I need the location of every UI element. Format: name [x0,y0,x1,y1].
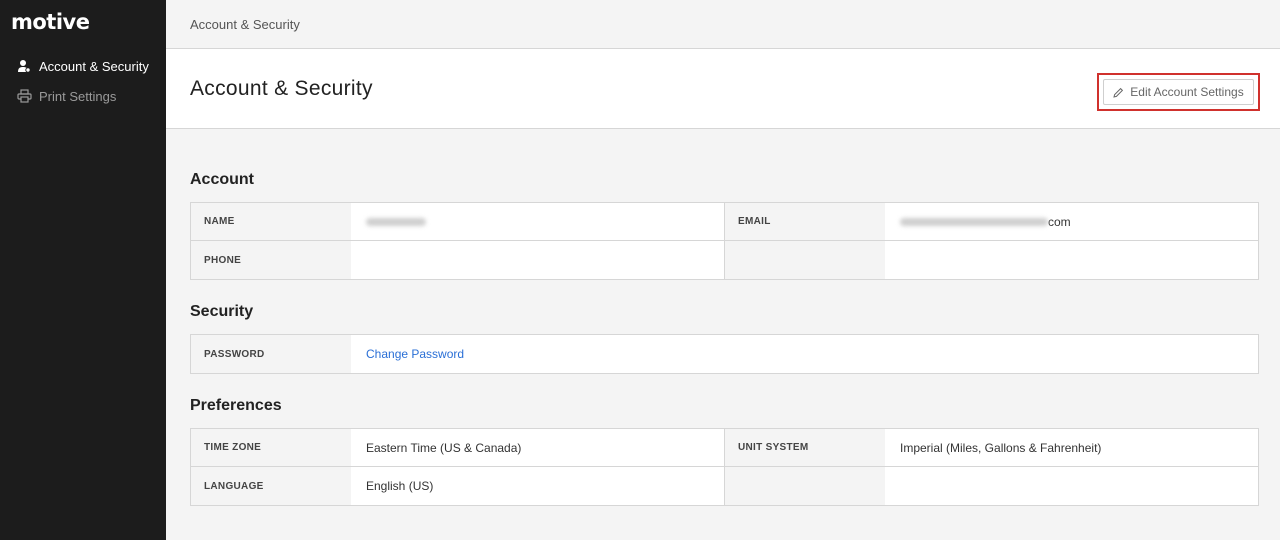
motive-logo[interactable]: motive [11,10,90,34]
timezone-value: Eastern Time (US & Canada) [351,429,725,466]
redacted-email [900,217,1048,226]
table-row: NAME EMAIL com [191,203,1258,241]
empty-label [725,467,885,505]
language-label: LANGUAGE [191,467,351,505]
redacted-name [366,217,426,226]
breadcrumb-bar: Account & Security [166,0,1280,49]
unit-system-value: Imperial (Miles, Gallons & Fahrenheit) [885,429,1258,466]
timezone-label: TIME ZONE [191,429,351,466]
main-content: Account & Security Account & Security Ed… [166,0,1280,540]
table-row: PHONE [191,241,1258,279]
email-value: com [885,203,1258,240]
phone-label: PHONE [191,241,351,279]
security-table: PASSWORD Change Password [190,334,1259,374]
password-label: PASSWORD [191,335,351,373]
pencil-icon [1113,87,1124,98]
page-header: Account & Security Edit Account Settings [166,49,1280,129]
empty-value [885,241,1258,279]
empty-value [885,467,1258,505]
sidebar-item-print-settings[interactable]: Print Settings [16,86,116,106]
section-title-account: Account [190,171,254,188]
page-title: Account & Security [190,77,373,100]
edit-account-settings-button[interactable]: Edit Account Settings [1103,79,1254,105]
empty-label [725,241,885,279]
preferences-table: TIME ZONE Eastern Time (US & Canada) UNI… [190,428,1259,506]
email-suffix: com [1048,214,1071,229]
account-table: NAME EMAIL com PHONE [190,202,1259,280]
table-row: LANGUAGE English (US) [191,467,1258,505]
table-row: PASSWORD Change Password [191,335,1258,373]
name-value [351,203,725,240]
unit-system-label: UNIT SYSTEM [725,429,885,466]
sidebar-item-label: Print Settings [39,88,117,104]
user-icon [16,58,32,74]
breadcrumb: Account & Security [190,17,300,32]
language-value: English (US) [351,467,725,505]
section-title-security: Security [190,303,254,320]
phone-value [351,241,725,279]
sidebar-item-label: Account & Security [39,58,149,74]
edit-button-label: Edit Account Settings [1130,85,1244,99]
name-label: NAME [191,203,351,240]
email-label: EMAIL [725,203,885,240]
table-row: TIME ZONE Eastern Time (US & Canada) UNI… [191,429,1258,467]
sidebar: motive Account & Security Print Settings [0,0,166,540]
change-password-link[interactable]: Change Password [351,335,1258,373]
section-title-preferences: Preferences [190,397,282,414]
printer-icon [16,88,32,104]
sidebar-item-account-security[interactable]: Account & Security [16,56,149,76]
edit-button-highlight: Edit Account Settings [1097,73,1260,111]
